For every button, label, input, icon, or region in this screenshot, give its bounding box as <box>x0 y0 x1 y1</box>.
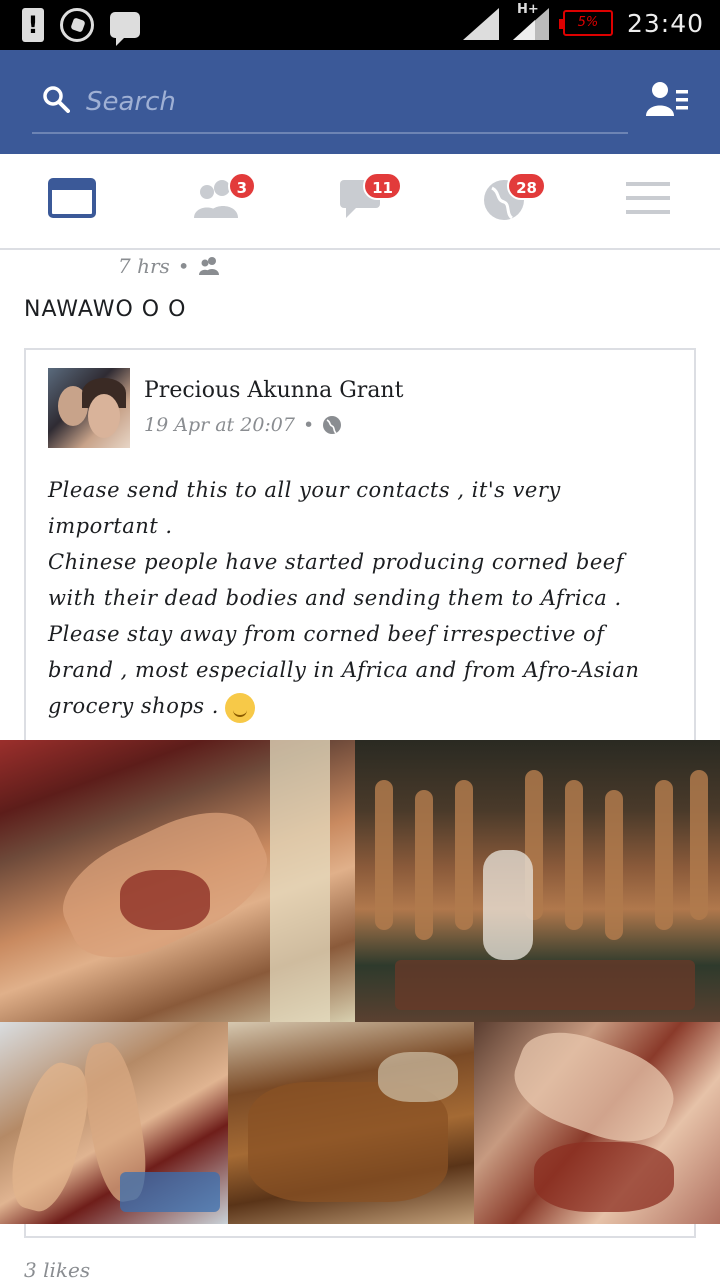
tab-notifications[interactable]: 28 <box>482 172 546 228</box>
search-bar[interactable] <box>32 76 628 134</box>
data-signal-icon: H+ <box>512 2 549 40</box>
battery-icon: 5% <box>558 10 613 36</box>
hamburger-menu-icon <box>626 182 670 214</box>
post-meta: 7 hrs • <box>118 254 222 278</box>
status-bar: ! H+ 5% 23:40 <box>0 0 720 50</box>
photo-collage[interactable] <box>0 740 720 1224</box>
post-text: NAWAWO O O <box>24 297 187 322</box>
shared-post-meta: 19 Apr at 20:07 • <box>144 414 342 436</box>
alert-icon: ! <box>22 8 44 42</box>
friend-requests-badge: 3 <box>227 172 256 200</box>
smiley-emoji <box>224 692 255 723</box>
friends-audience-icon[interactable] <box>198 256 222 276</box>
shared-post-body: Please send this to all your contacts , … <box>48 472 668 724</box>
meta-separator: • <box>177 254 190 278</box>
public-globe-icon[interactable] <box>322 415 342 435</box>
news-feed-icon <box>48 178 96 218</box>
collage-photo-5[interactable] <box>474 1022 720 1224</box>
meta-separator: • <box>302 414 315 436</box>
tab-messages[interactable]: 11 <box>338 172 402 228</box>
app-header <box>0 50 720 154</box>
search-icon[interactable] <box>42 85 70 113</box>
status-bar-notifications: ! <box>22 8 140 46</box>
clock: 23:40 <box>626 8 704 38</box>
status-bar-system: H+ 5% 23:40 <box>462 2 704 40</box>
post-time[interactable]: 7 hrs <box>118 254 170 278</box>
tab-bar: 3 11 28 <box>0 154 720 250</box>
collage-photo-3[interactable] <box>0 1022 228 1224</box>
friends-list-icon[interactable] <box>646 80 688 118</box>
collage-photo-4[interactable] <box>228 1022 474 1224</box>
message-icon <box>110 12 140 46</box>
avatar[interactable] <box>48 368 130 448</box>
shared-post-text: Please send this to all your contacts , … <box>48 478 640 718</box>
collage-photo-2[interactable] <box>355 740 720 1022</box>
notifications-badge: 28 <box>507 172 546 200</box>
tab-news-feed[interactable] <box>48 178 104 228</box>
tab-menu[interactable] <box>626 178 682 228</box>
shared-author-name[interactable]: Precious Akunna Grant <box>144 378 403 403</box>
signal-icon <box>462 8 499 40</box>
likes-count[interactable]: 3 likes <box>24 1258 90 1280</box>
messages-badge: 11 <box>363 172 402 200</box>
collage-photo-1[interactable] <box>0 740 355 1022</box>
whatsapp-icon <box>60 8 94 42</box>
avatar-figure-right <box>88 394 120 438</box>
shared-post-date[interactable]: 19 Apr at 20:07 <box>144 414 295 436</box>
network-type: H+ <box>516 2 539 17</box>
battery-level: 5% <box>577 15 599 30</box>
search-input[interactable] <box>86 82 586 122</box>
tab-friend-requests[interactable]: 3 <box>192 172 256 228</box>
